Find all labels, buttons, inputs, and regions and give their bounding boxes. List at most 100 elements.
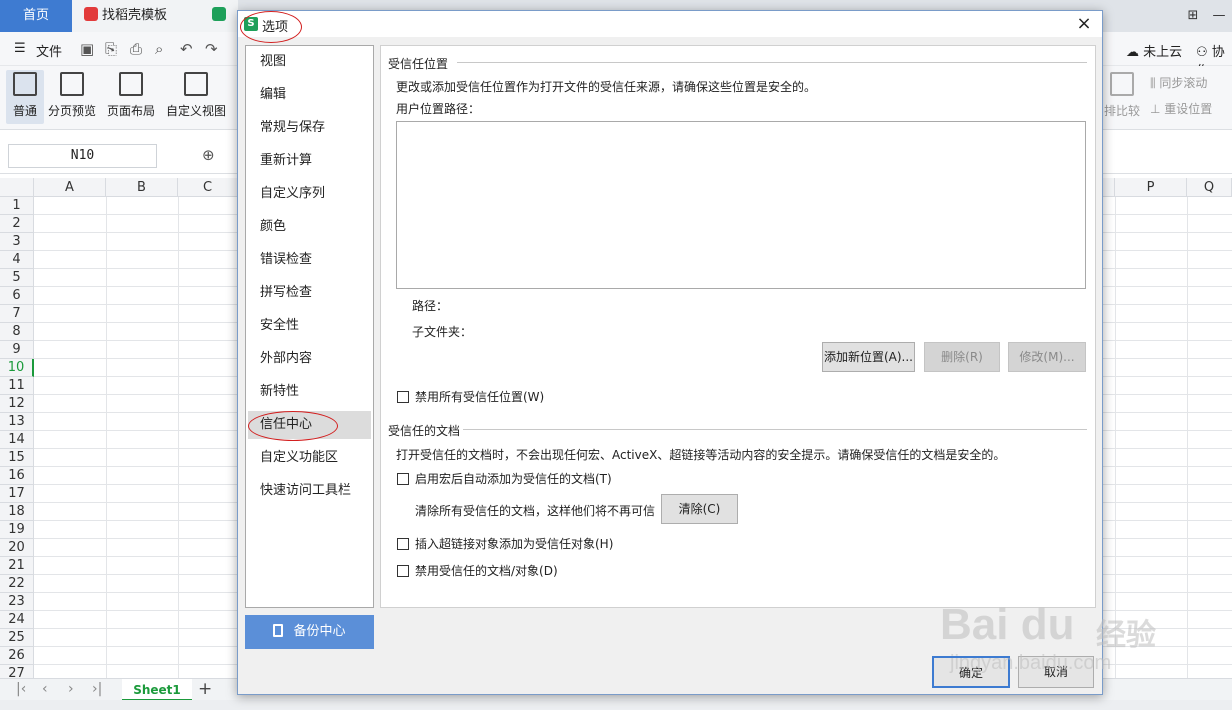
prev-sheet-icon[interactable]: ‹ bbox=[42, 681, 48, 697]
normal-view-button[interactable]: 普通 bbox=[6, 70, 44, 124]
export-icon[interactable]: ⎘ bbox=[105, 40, 117, 58]
column-header[interactable]: B bbox=[106, 178, 178, 197]
add-sheet-button[interactable]: + bbox=[198, 679, 212, 699]
nav-item-external-content[interactable]: 外部内容 bbox=[248, 345, 371, 373]
first-sheet-icon[interactable]: |‹ bbox=[16, 681, 26, 697]
redo-icon[interactable]: ↷ bbox=[205, 40, 218, 58]
row-header[interactable]: 3 bbox=[0, 233, 34, 251]
trusted-locations-heading: 受信任位置 bbox=[388, 57, 449, 71]
minimize-icon[interactable]: — bbox=[1206, 0, 1232, 32]
nav-item-custom-ribbon[interactable]: 自定义功能区 bbox=[248, 444, 371, 472]
row-header[interactable]: 16 bbox=[0, 467, 34, 485]
row-header[interactable]: 8 bbox=[0, 323, 34, 341]
next-sheet-icon[interactable]: › bbox=[68, 681, 74, 697]
row-header[interactable]: 19 bbox=[0, 521, 34, 539]
page-break-preview-button[interactable]: 分页预览 bbox=[46, 70, 98, 119]
disable-trusted-docs-checkbox[interactable]: 禁用受信任的文档/对象(D) bbox=[397, 562, 558, 579]
row-header[interactable]: 12 bbox=[0, 395, 34, 413]
tab-home[interactable]: 首页 bbox=[0, 0, 72, 32]
layout-icon[interactable]: ⊞ bbox=[1180, 0, 1206, 32]
nav-item-recalculate[interactable]: 重新计算 bbox=[248, 147, 371, 175]
nav-item-general-save[interactable]: 常规与保存 bbox=[248, 114, 371, 142]
clear-button[interactable]: 清除(C) bbox=[661, 494, 738, 524]
ok-button[interactable]: 确定 bbox=[932, 656, 1010, 688]
print-preview-icon[interactable]: ⌕ bbox=[155, 40, 163, 58]
column-header[interactable]: Q bbox=[1187, 178, 1232, 197]
tab-document[interactable]: 工 bbox=[200, 0, 238, 55]
row-header[interactable]: 17 bbox=[0, 485, 34, 503]
modify-location-button[interactable]: 修改(M)... bbox=[1008, 342, 1086, 372]
select-all-corner[interactable] bbox=[0, 178, 34, 197]
grid-view-icon bbox=[13, 72, 37, 96]
row-header[interactable]: 23 bbox=[0, 593, 34, 611]
checkbox-box[interactable] bbox=[397, 538, 409, 550]
add-location-button[interactable]: 添加新位置(A)... bbox=[822, 342, 915, 372]
custom-view-label: 自定义视图 bbox=[165, 104, 226, 118]
row-header[interactable]: 11 bbox=[0, 377, 34, 395]
sheet-tab[interactable]: Sheet1 bbox=[122, 679, 192, 701]
nav-item-view[interactable]: 视图 bbox=[248, 48, 371, 76]
print-icon[interactable]: ⎙ bbox=[130, 40, 142, 58]
tab-template[interactable]: 找稻壳模板 bbox=[72, 0, 200, 32]
nav-item-edit[interactable]: 编辑 bbox=[248, 81, 371, 109]
row-header[interactable]: 15 bbox=[0, 449, 34, 467]
hamburger-icon[interactable]: ☰ bbox=[14, 41, 26, 56]
row-header[interactable]: 9 bbox=[0, 341, 34, 359]
column-header[interactable]: P bbox=[1115, 178, 1187, 197]
row-header[interactable]: 18 bbox=[0, 503, 34, 521]
compare-label: 排比较 bbox=[1103, 104, 1140, 118]
row-header[interactable]: 26 bbox=[0, 647, 34, 665]
custom-view-button[interactable]: 自定义视图 bbox=[164, 70, 228, 119]
save-icon[interactable]: ▣ bbox=[80, 40, 94, 58]
nav-item-quick-access-toolbar[interactable]: 快速访问工具栏 bbox=[248, 477, 371, 505]
nav-item-trust-center[interactable]: 信任中心 bbox=[248, 411, 371, 439]
menu-file[interactable]: 文件 bbox=[36, 41, 62, 60]
name-box[interactable]: N10 bbox=[8, 144, 157, 168]
row-header[interactable]: 6 bbox=[0, 287, 34, 305]
last-sheet-icon[interactable]: ›| bbox=[92, 681, 102, 697]
checkbox-box[interactable] bbox=[397, 391, 409, 403]
gridline bbox=[1115, 197, 1116, 683]
page-layout-button[interactable]: 页面布局 bbox=[104, 70, 158, 119]
row-header[interactable]: 10 bbox=[0, 359, 34, 377]
sync-scroll-button[interactable]: ⫼ 同步滚动 bbox=[1150, 74, 1207, 91]
row-header[interactable]: 24 bbox=[0, 611, 34, 629]
column-header[interactable]: A bbox=[34, 178, 106, 197]
row-header[interactable]: 14 bbox=[0, 431, 34, 449]
delete-location-button[interactable]: 删除(R) bbox=[924, 342, 1000, 372]
column-header[interactable]: C bbox=[178, 178, 238, 197]
clear-trusted-docs-label: 清除所有受信任的文档，这样他们将不再可信 bbox=[415, 504, 656, 518]
cloud-status[interactable]: ☁ 未上云 bbox=[1126, 41, 1182, 60]
row-header[interactable]: 2 bbox=[0, 215, 34, 233]
column-header-partial[interactable] bbox=[1103, 178, 1115, 197]
page-break-icon bbox=[60, 72, 84, 96]
nav-item-security[interactable]: 安全性 bbox=[248, 312, 371, 340]
side-by-side-compare-button[interactable]: 排比较 bbox=[1102, 70, 1142, 119]
nav-item-color[interactable]: 颜色 bbox=[248, 213, 371, 241]
row-header[interactable]: 21 bbox=[0, 557, 34, 575]
row-header[interactable]: 20 bbox=[0, 539, 34, 557]
row-header[interactable]: 1 bbox=[0, 197, 34, 215]
row-header[interactable]: 13 bbox=[0, 413, 34, 431]
auto-add-macro-checkbox[interactable]: 启用宏后自动添加为受信任的文档(T) bbox=[397, 470, 612, 487]
nav-item-spell-check[interactable]: 拼写检查 bbox=[248, 279, 371, 307]
hyperlink-trust-checkbox[interactable]: 插入超链接对象添加为受信任对象(H) bbox=[397, 535, 613, 552]
row-header[interactable]: 5 bbox=[0, 269, 34, 287]
undo-icon[interactable]: ↶ bbox=[180, 40, 193, 58]
row-header[interactable]: 7 bbox=[0, 305, 34, 323]
checkbox-box[interactable] bbox=[397, 565, 409, 577]
row-header[interactable]: 22 bbox=[0, 575, 34, 593]
row-header[interactable]: 4 bbox=[0, 251, 34, 269]
checkbox-box[interactable] bbox=[397, 473, 409, 485]
backup-center-button[interactable]: 备份中心 bbox=[245, 615, 374, 649]
cancel-button[interactable]: 取消 bbox=[1018, 656, 1094, 688]
nav-item-custom-list[interactable]: 自定义序列 bbox=[248, 180, 371, 208]
nav-item-new-features[interactable]: 新特性 bbox=[248, 378, 371, 406]
row-header[interactable]: 25 bbox=[0, 629, 34, 647]
zoom-icon[interactable]: ⊕ bbox=[202, 146, 215, 164]
disable-all-locations-checkbox[interactable]: 禁用所有受信任位置(W) bbox=[397, 388, 544, 405]
close-icon[interactable]: × bbox=[1074, 13, 1094, 34]
trusted-locations-list[interactable] bbox=[396, 121, 1086, 289]
nav-item-error-check[interactable]: 错误检查 bbox=[248, 246, 371, 274]
reset-position-button[interactable]: ⊥ 重设位置 bbox=[1150, 100, 1212, 117]
